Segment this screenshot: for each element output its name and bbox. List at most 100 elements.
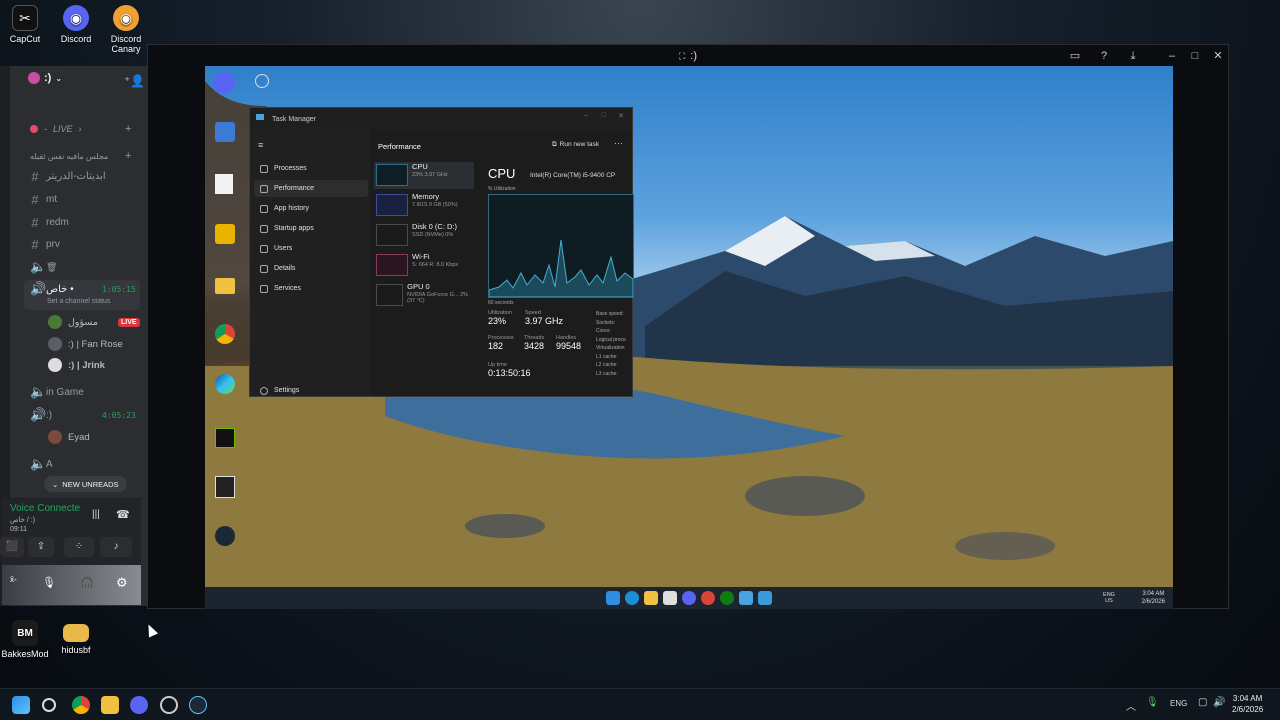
voice-channel-item[interactable]: 🔈 🗑 [30, 258, 57, 276]
category-add-icon[interactable]: + [125, 150, 131, 162]
channel-status-hint[interactable]: Set a channel status [47, 298, 110, 305]
nav-services[interactable]: Services [254, 280, 368, 297]
category-live[interactable]: - LIVE › [30, 124, 82, 134]
remote-clock[interactable]: 3:04 AM 2/6/2026 [1142, 590, 1165, 606]
remote-language[interactable]: ENG US [1101, 592, 1117, 604]
voice-user[interactable]: :) | Jrink [48, 356, 105, 374]
close-button[interactable]: ✕ [618, 112, 624, 120]
gear-icon[interactable]: ⚙ [116, 575, 128, 591]
run-new-task-button[interactable]: ⧉ Run new task [552, 141, 599, 149]
steam-icon[interactable] [189, 696, 207, 714]
desktop-icon-discord[interactable]: ◉ Discord [48, 5, 104, 44]
nav-startup-apps[interactable]: Startup apps [254, 220, 368, 237]
server-header[interactable]: :) ⌄ [28, 72, 62, 84]
task-manager-titlebar[interactable]: Task Manager [250, 108, 632, 130]
text-document-icon[interactable] [215, 174, 233, 194]
start-icon[interactable] [12, 696, 30, 714]
maximize-button[interactable]: □ [1186, 48, 1204, 64]
download-icon[interactable]: ⤓ [1124, 48, 1142, 64]
file-explorer-icon[interactable] [644, 591, 658, 605]
discord-icon[interactable] [130, 696, 148, 714]
chrome-icon[interactable] [215, 324, 235, 344]
nav-users[interactable]: Users [254, 240, 368, 257]
channel-item[interactable]: # mt [30, 190, 57, 208]
voice-channel-item[interactable]: 🔈 A [30, 455, 53, 473]
nav-settings[interactable]: Settings [254, 382, 368, 399]
tray-chevron-icon[interactable]: ︿ [1126, 698, 1136, 713]
help-icon[interactable]: ? [1095, 48, 1113, 64]
perf-item-cpu[interactable]: CPU 23% 3.97 GHz [374, 162, 474, 189]
steam-icon[interactable] [215, 526, 235, 546]
xbox-icon[interactable] [720, 591, 734, 605]
voice-channel-item[interactable]: 🔊:) [30, 406, 52, 424]
popout-icon[interactable]: ▭ [1066, 48, 1084, 64]
channel-item[interactable]: # ابديتات-الدريتر [30, 167, 105, 185]
activities-button[interactable]: ⁘ [64, 537, 94, 557]
nvidia-icon[interactable] [215, 428, 235, 448]
new-unreads-button[interactable]: ⌄ NEW UNREADS [44, 476, 127, 492]
user-avatar-icon[interactable]: x̄- [10, 575, 17, 584]
perf-item-disk[interactable]: Disk 0 (C: D:) SSD (NVMe) 0% [374, 222, 474, 249]
remote-desktop[interactable]: Task Manager – □ ✕ ≡ Processes Performan… [205, 66, 1173, 609]
voice-user[interactable]: Eyad [48, 428, 90, 446]
language-indicator[interactable]: ENG [1170, 699, 1187, 708]
folder-icon[interactable] [215, 278, 235, 294]
edge-icon[interactable] [215, 374, 235, 394]
hamburger-icon[interactable]: ≡ [258, 140, 263, 150]
edge-icon[interactable] [625, 591, 639, 605]
perf-item-memory[interactable]: Memory 7.8/15.9 GB (50%) [374, 192, 474, 219]
task-manager-window[interactable]: Task Manager – □ ✕ ≡ Processes Performan… [249, 107, 634, 399]
chrome-icon[interactable] [72, 696, 90, 714]
gamebar-icon[interactable] [739, 591, 753, 605]
search-icon[interactable] [42, 698, 56, 712]
nav-performance[interactable]: Performance [254, 180, 368, 197]
desktop-icon-bakkesmod[interactable]: BM BakkesMod [0, 620, 53, 659]
rockstar-icon[interactable] [215, 224, 235, 244]
clock[interactable]: 3:04 AM 2/6/2026 [1232, 693, 1263, 715]
chrome-icon[interactable] [701, 591, 715, 605]
file-explorer-icon[interactable] [101, 696, 119, 714]
noise-suppression-icon[interactable]: ||| [92, 509, 100, 520]
microphone-icon[interactable]: 🎙 [42, 576, 56, 589]
epic-games-icon[interactable] [215, 476, 235, 498]
start-icon[interactable] [606, 591, 620, 605]
maximize-button[interactable]: □ [602, 112, 606, 119]
microphone-icon[interactable]: 🎙 [1146, 697, 1159, 708]
user-icon[interactable] [255, 74, 269, 88]
desktop-icon-discord-canary[interactable]: ◉ Discord Canary [98, 5, 154, 54]
category-arabic[interactable]: مجلس مافيه نفس ثقيله [30, 152, 108, 161]
nav-details[interactable]: Details [254, 260, 368, 277]
headphones-icon[interactable]: 🎧 [80, 576, 94, 589]
task-manager-icon[interactable] [758, 591, 772, 605]
desktop-icon-hidusbf[interactable]: hidusbf [48, 620, 104, 655]
voice-channel-item[interactable]: 🔊 خاص • [30, 280, 74, 298]
perf-item-gpu[interactable]: GPU 0 NVIDIA GeForce G... 2% (37 °C) [374, 282, 474, 309]
channel-item[interactable]: # prv [30, 235, 60, 253]
discord-icon[interactable] [213, 72, 235, 94]
network-icon[interactable]: ▢ [1198, 697, 1207, 708]
store-icon[interactable] [663, 591, 677, 605]
camera-button[interactable]: ⬛ [0, 537, 24, 557]
channel-item[interactable]: # redm [30, 213, 68, 231]
openai-icon[interactable] [160, 696, 178, 714]
close-button[interactable]: ✕ [1209, 48, 1227, 64]
screenshare-button[interactable]: ⇪ [28, 537, 54, 557]
voice-user[interactable]: :) | Fan Rose [48, 335, 123, 353]
voice-user[interactable]: مسؤول LIVE [48, 313, 140, 331]
voice-channel-name[interactable]: خاص / :) [10, 516, 35, 524]
revo-uninstaller-icon[interactable] [215, 122, 235, 142]
category-add-icon[interactable]: + [125, 123, 131, 135]
voice-channel-item[interactable]: 🔈 in Game [30, 383, 84, 401]
minimize-button[interactable]: – [584, 112, 588, 119]
disconnect-icon[interactable]: ☎ [116, 508, 130, 521]
minimize-button[interactable]: – [1163, 48, 1181, 64]
volume-icon[interactable]: 🔊 [1213, 697, 1225, 708]
desktop-icon-capcut[interactable]: ✂ CapCut [0, 5, 53, 44]
more-options-icon[interactable]: ··· [614, 138, 623, 148]
discord-icon[interactable] [682, 591, 696, 605]
nav-app-history[interactable]: App history [254, 200, 368, 217]
soundboard-button[interactable]: ♪ [100, 537, 132, 557]
add-member-icon[interactable]: ⁺👤 [124, 74, 145, 88]
nav-processes[interactable]: Processes [254, 160, 368, 177]
perf-item-wifi[interactable]: Wi-Fi S: 664 R: 8.0 Kbps [374, 252, 474, 279]
